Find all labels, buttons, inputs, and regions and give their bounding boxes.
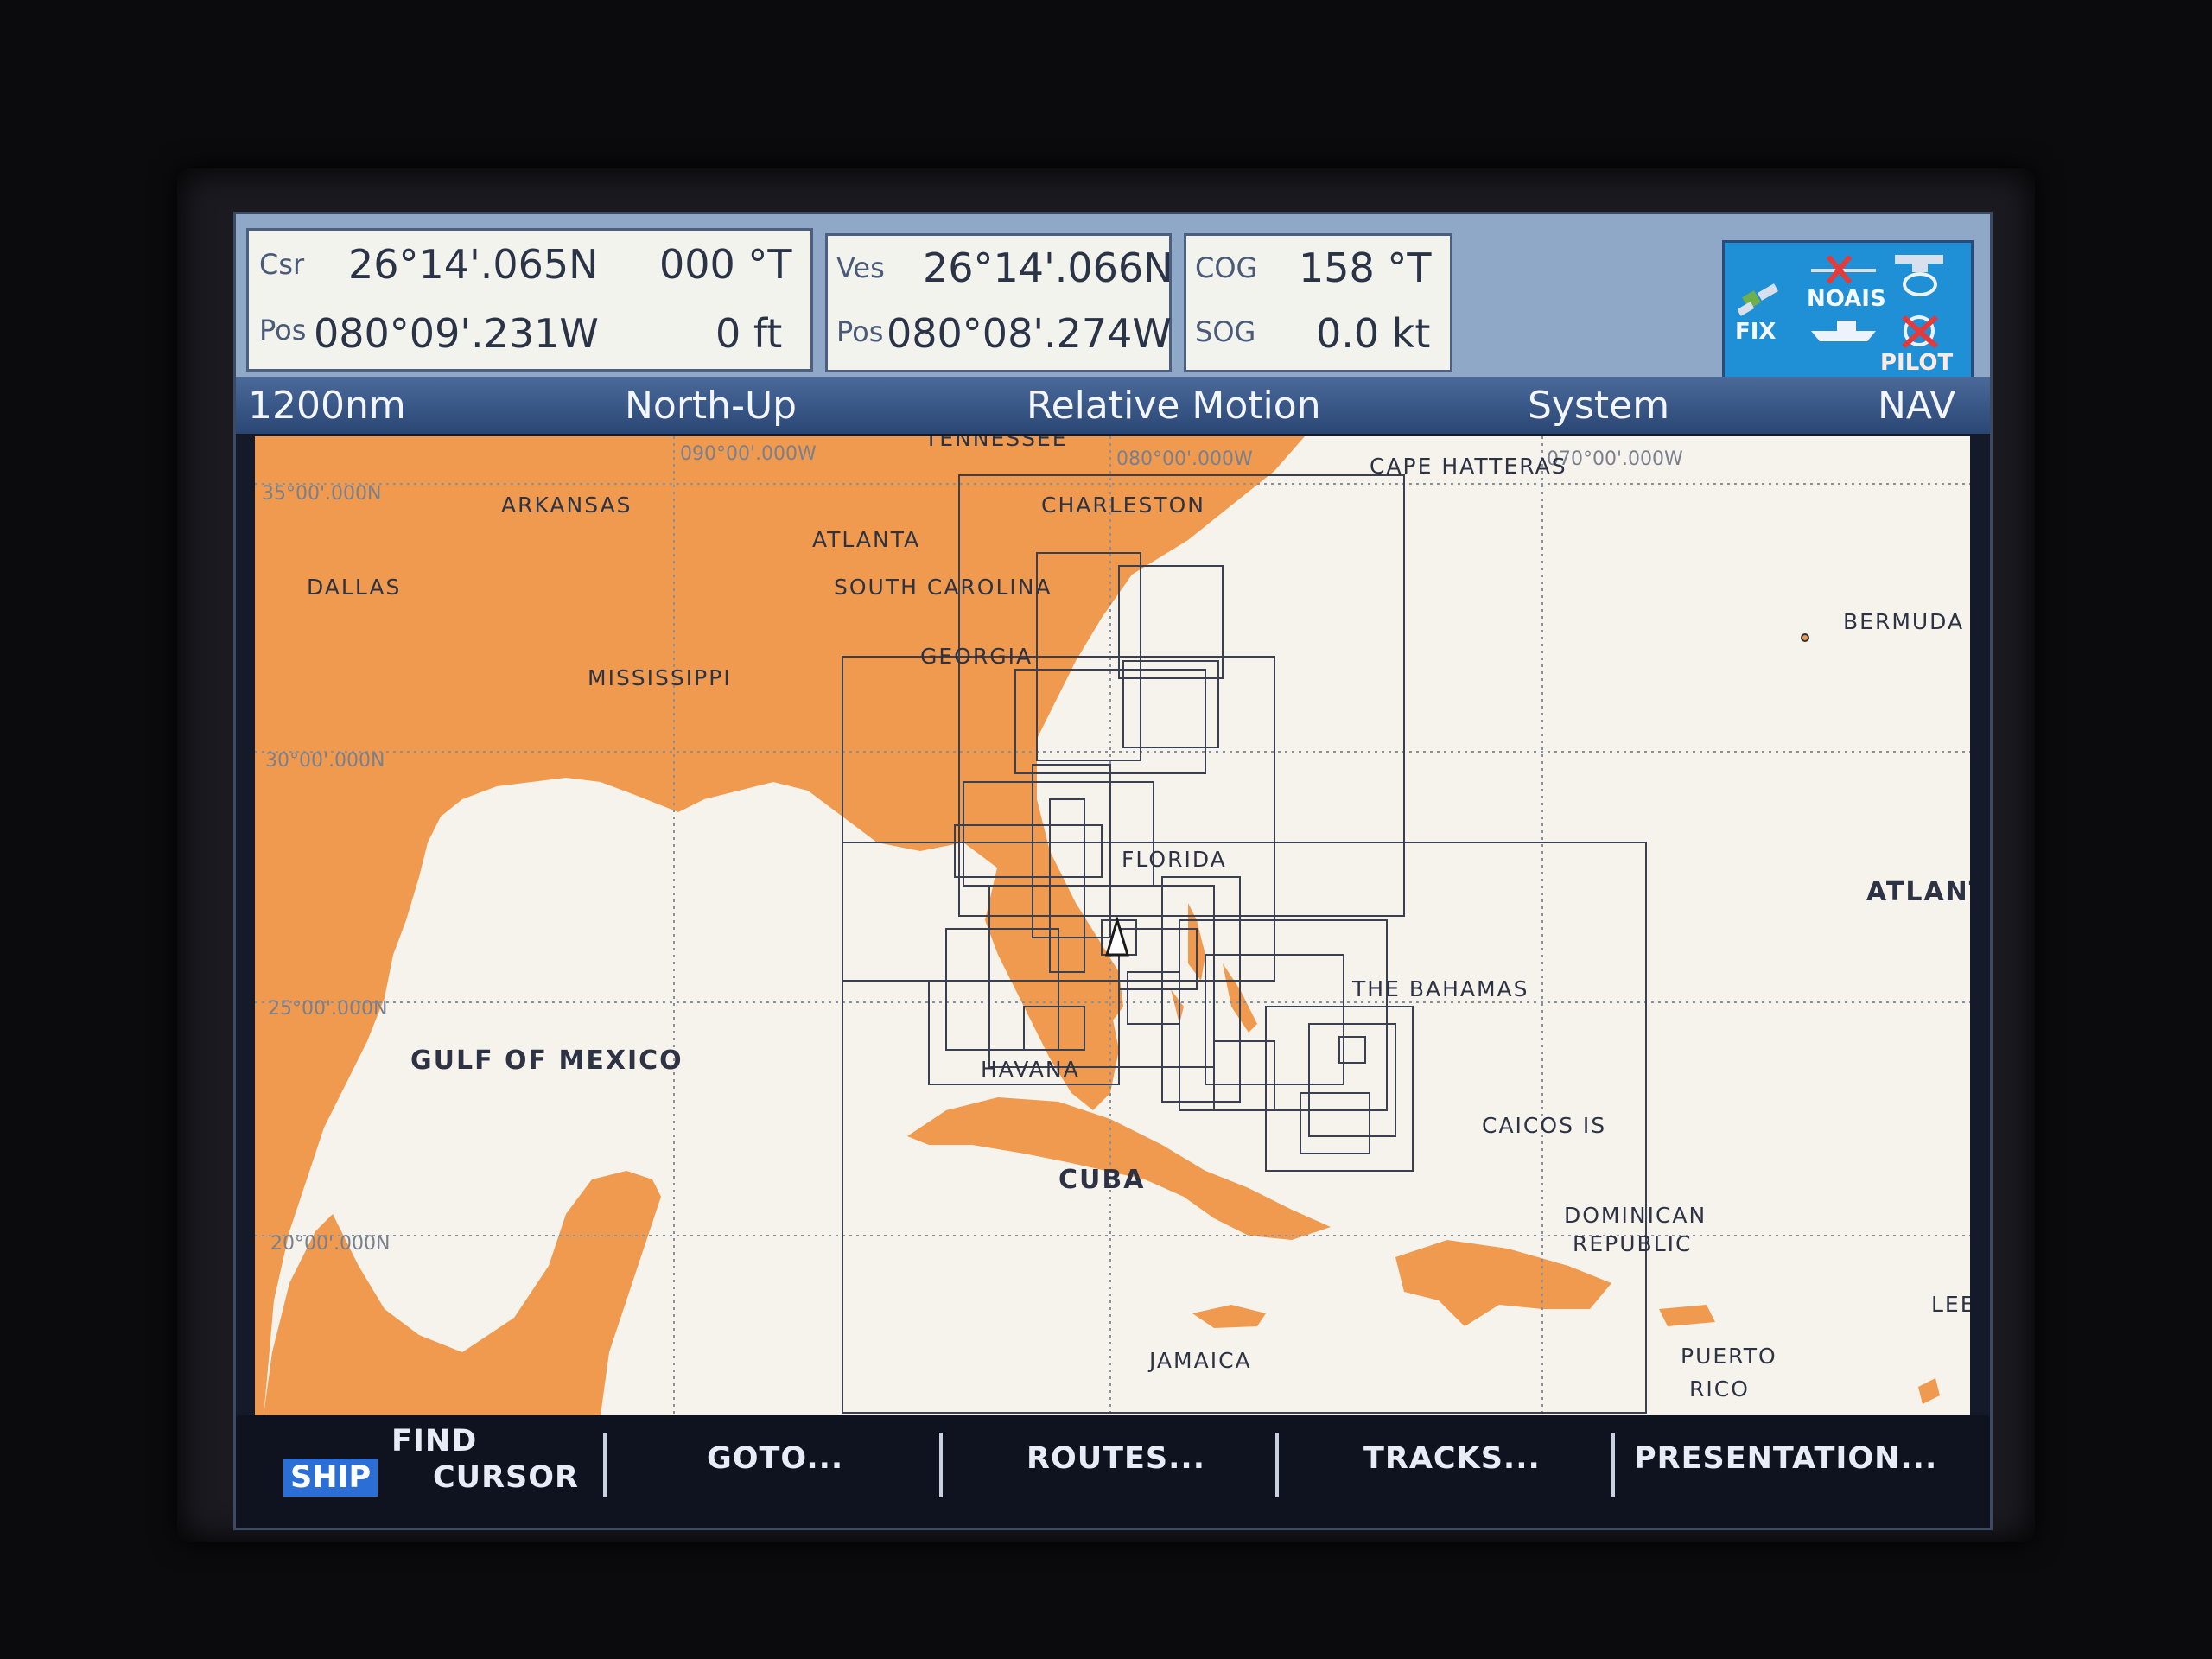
softkey-separator (1275, 1433, 1279, 1497)
status-icons[interactable]: FIX NOAIS PILOT (1722, 240, 1974, 379)
land-antilles (1918, 1378, 1940, 1404)
nav-mode[interactable]: NAV (1878, 384, 1955, 428)
land-puerto-rico (1659, 1305, 1715, 1326)
data-bar: Csr Pos 26°14'.065N 080°09'.231W 000 °T … (236, 214, 1990, 379)
place-charleston: CHARLESTON (1041, 493, 1205, 518)
grid-label-lon-070: 070°00'.000W (1547, 448, 1683, 470)
vessel-label: Ves (836, 251, 885, 284)
boat-icon (1811, 321, 1876, 341)
softkey-separator (1611, 1433, 1615, 1497)
place-cape-hatteras: CAPE HATTERAS (1370, 454, 1567, 479)
ais-off-icon (1811, 255, 1876, 284)
place-bahamas: THE BAHAMAS (1352, 976, 1529, 1001)
place-mississippi: MISSISSIPPI (588, 665, 732, 690)
title-bar: 1200nm North-Up Relative Motion System N… (236, 377, 1990, 434)
sog-value: 0.0 kt (1316, 310, 1431, 357)
vessel-position-box: Ves Pos 26°14'.066N 080°08'.274W (825, 233, 1173, 372)
place-cuba: CUBA (1058, 1165, 1146, 1195)
system-menu[interactable]: System (1528, 384, 1669, 428)
place-republic: REPUBLIC (1573, 1231, 1693, 1256)
place-jamaica: JAMAICA (1149, 1348, 1252, 1373)
place-dominican: DOMINICAN (1564, 1203, 1707, 1228)
land-mexico (264, 1171, 661, 1415)
land-jamaica (1192, 1305, 1266, 1328)
softkey-separator (939, 1433, 943, 1497)
place-caicos: CAICOS IS (1482, 1113, 1607, 1138)
satellite-icon (1738, 283, 1779, 316)
tracks-softkey[interactable]: TRACKS... (1363, 1441, 1541, 1476)
find-cursor-option[interactable]: CURSOR (433, 1460, 579, 1495)
softkey-bar: SHIP FIND CURSOR GOTO... ROUTES... TRACK… (236, 1415, 1990, 1528)
pilot-label: PILOT (1880, 350, 1954, 376)
radar-icon (1895, 255, 1943, 296)
chartplotter-screen: Csr Pos 26°14'.065N 080°09'.231W 000 °T … (233, 212, 1993, 1530)
presentation-softkey[interactable]: PRESENTATION... (1634, 1441, 1937, 1476)
place-south-carolina: SOUTH CAROLINA (834, 575, 1052, 600)
grid-label-lon-080: 080°00'.000W (1116, 448, 1253, 470)
grid-label-lat-25: 25°00'.000N (268, 998, 388, 1020)
place-rico: RICO (1689, 1376, 1750, 1402)
place-atlantic: ATLANT (1866, 877, 1970, 907)
land-bermuda (1801, 633, 1809, 642)
routes-softkey[interactable]: ROUTES... (1027, 1441, 1205, 1476)
autopilot-off-icon (1901, 315, 1939, 349)
range-scale[interactable]: 1200nm (248, 384, 406, 428)
vessel-latitude: 26°14'.066N (923, 245, 1173, 291)
place-puerto: PUERTO (1681, 1344, 1777, 1369)
cursor-pos-label: Pos (259, 314, 307, 346)
place-tennessee: TENNESSEE (925, 436, 1068, 451)
land-usa (255, 436, 1305, 1415)
place-arkansas: ARKANSAS (501, 493, 632, 518)
grid-label-lat-30: 30°00'.000N (265, 750, 385, 772)
cursor-latitude: 26°14'.065N (348, 241, 599, 288)
find-ship-option[interactable]: SHIP (283, 1459, 378, 1497)
place-bermuda: BERMUDA (1843, 609, 1965, 634)
place-atlanta: ATLANTA (812, 527, 921, 552)
cog-value: 158 °T (1299, 245, 1432, 291)
grid-label-lat-20: 20°00'.000N (270, 1233, 391, 1255)
place-dallas: DALLAS (307, 575, 402, 600)
find-label: FIND (391, 1424, 478, 1459)
vessel-longitude: 080°08'.274W (887, 310, 1172, 357)
orientation-mode[interactable]: North-Up (625, 384, 797, 428)
place-georgia: GEORGIA (920, 644, 1033, 669)
sog-label: SOG (1195, 315, 1256, 348)
motion-mode[interactable]: Relative Motion (1027, 384, 1321, 428)
cursor-longitude: 080°09'.231W (314, 310, 599, 357)
cursor-position-box: Csr Pos 26°14'.065N 080°09'.231W 000 °T … (246, 228, 813, 372)
cursor-depth: 0 ft (715, 310, 783, 357)
vessel-pos-label: Pos (836, 315, 884, 348)
goto-softkey[interactable]: GOTO... (707, 1441, 843, 1476)
place-florida: FLORIDA (1122, 847, 1227, 872)
chart-map (255, 436, 1970, 1415)
place-lee: LEE (1931, 1292, 1970, 1317)
softkey-separator (603, 1433, 607, 1497)
cursor-label: Csr (259, 248, 305, 281)
cog-label: COG (1195, 251, 1258, 284)
grid-label-lat-35: 35°00'.000N (262, 483, 382, 505)
place-havana: HAVANA (981, 1057, 1080, 1082)
noais-label: NOAIS (1807, 286, 1886, 312)
cursor-bearing: 000 °T (659, 241, 792, 288)
fix-label: FIX (1735, 319, 1777, 345)
nautical-chart[interactable]: 090°00'.000W 080°00'.000W 070°00'.000W 3… (255, 436, 1970, 1415)
motion-box: COG SOG 158 °T 0.0 kt (1184, 233, 1452, 372)
place-gulf-of-mexico: GULF OF MEXICO (410, 1046, 683, 1076)
grid-label-lon-090: 090°00'.000W (680, 443, 817, 465)
